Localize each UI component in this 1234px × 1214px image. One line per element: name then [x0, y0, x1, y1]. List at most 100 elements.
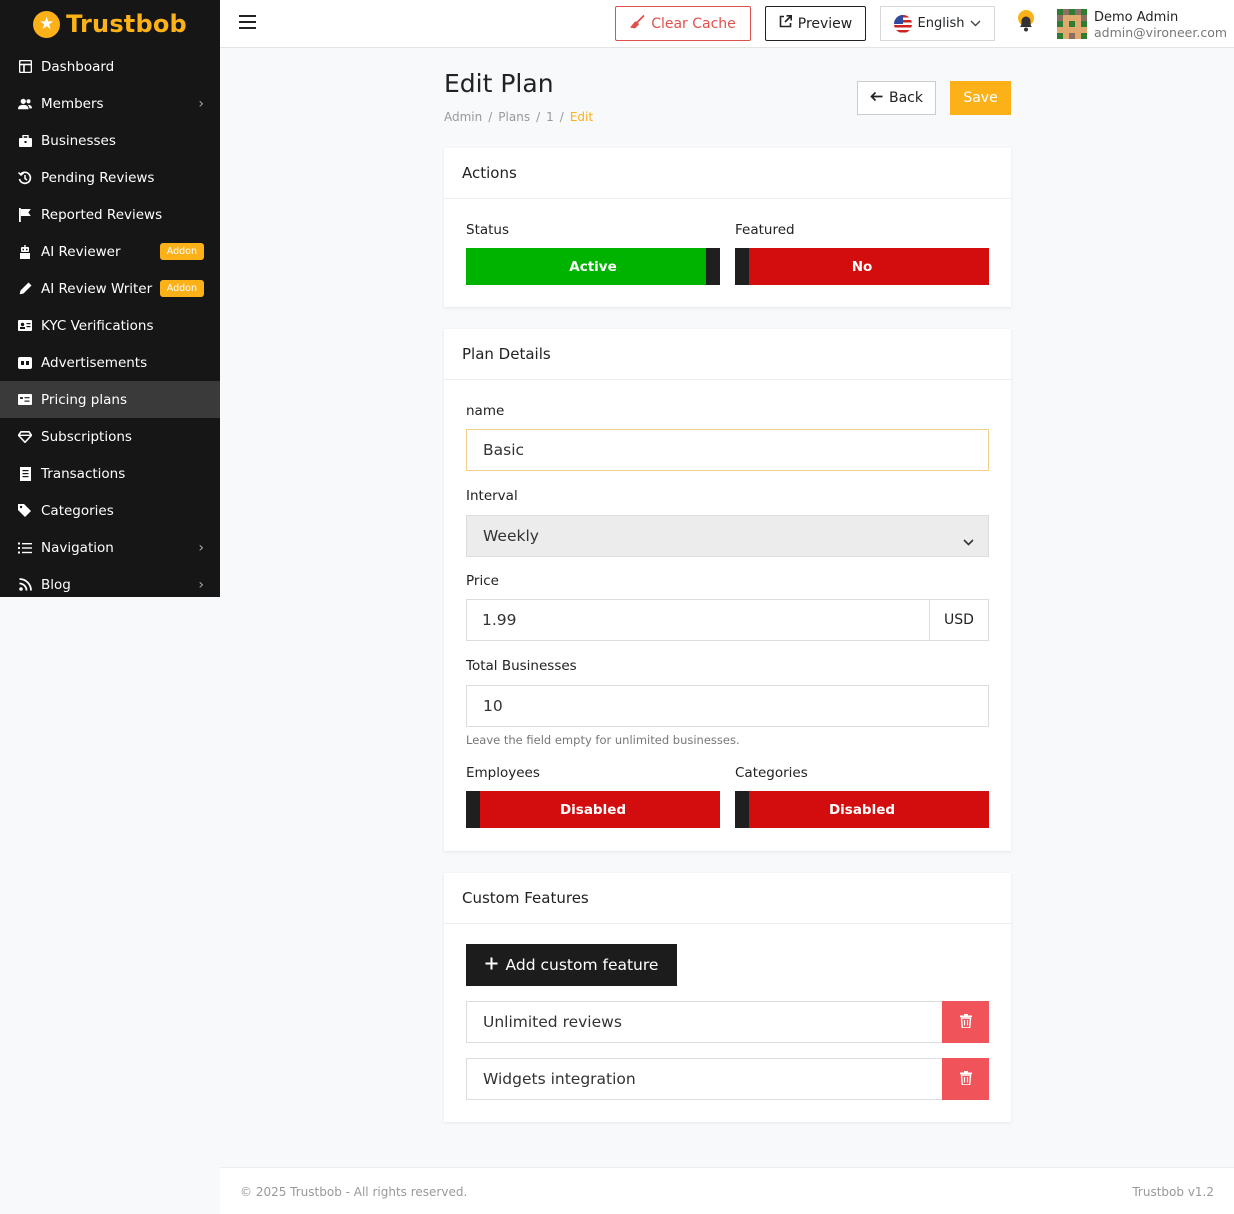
sidebar-item-ai-review-writer[interactable]: AI Review Writer Addon — [0, 270, 220, 307]
addon-badge: Addon — [159, 243, 204, 260]
sidebar-item-transactions[interactable]: Transactions — [0, 455, 220, 492]
menu-toggle-icon[interactable] — [239, 15, 256, 29]
sidebar-item-subscriptions[interactable]: Subscriptions — [0, 418, 220, 455]
categories-value: Disabled — [828, 801, 896, 818]
topbar: Clear Cache Preview English Demo Admin a… — [220, 0, 1234, 48]
toggle-knob — [735, 791, 749, 828]
categories-toggle[interactable]: Disabled — [735, 791, 989, 828]
chevron-down-icon — [963, 532, 974, 550]
name-field[interactable]: Basic — [466, 429, 989, 471]
chevron-right-icon: › — [198, 576, 204, 593]
employees-label: Employees — [466, 765, 540, 781]
status-label: Status — [466, 222, 510, 238]
addon-badge: Addon — [159, 280, 204, 297]
total-businesses-field[interactable]: 10 — [466, 685, 989, 727]
notification-bell-icon[interactable] — [1015, 10, 1037, 34]
back-label: Back — [889, 90, 923, 106]
name-label: name — [466, 403, 505, 419]
custom-features-title: Custom Features — [444, 873, 1011, 924]
preview-button[interactable]: Preview — [765, 6, 866, 41]
save-button[interactable]: Save — [950, 81, 1011, 115]
brand-name: Trustbob — [66, 10, 187, 38]
dashboard-icon — [18, 60, 32, 74]
categories-label: Categories — [735, 765, 808, 781]
version-text: Trustbob v1.2 — [1132, 1185, 1214, 1199]
add-custom-feature-label: Add custom feature — [505, 956, 659, 974]
chevron-right-icon: › — [198, 539, 204, 556]
employees-toggle[interactable]: Disabled — [466, 791, 720, 828]
breadcrumb-item[interactable]: Plans — [498, 110, 530, 124]
sidebar-item-reported-reviews[interactable]: Reported Reviews — [0, 196, 220, 233]
brand-logo[interactable]: ★ Trustbob — [0, 0, 220, 48]
sidebar-item-label: Reported Reviews — [41, 206, 163, 223]
plan-details-title: Plan Details — [444, 329, 1011, 380]
add-custom-feature-button[interactable]: Add custom feature — [466, 944, 677, 986]
history-icon — [18, 171, 32, 185]
sidebar-item-ai-reviewer[interactable]: AI Reviewer Addon — [0, 233, 220, 270]
breadcrumb-current: Edit — [569, 110, 594, 124]
currency-addon: USD — [929, 599, 989, 641]
briefcase-icon — [18, 134, 32, 148]
sidebar-item-pending-reviews[interactable]: Pending Reviews — [0, 159, 220, 196]
sidebar-item-label: Businesses — [41, 132, 116, 149]
toggle-knob — [735, 248, 749, 285]
breadcrumb: Admin / Plans/1/Edit — [444, 110, 594, 124]
plus-icon — [485, 956, 498, 974]
sidebar-item-label: Blog — [41, 576, 71, 593]
footer: © 2025 Trustbob - All rights reserved. T… — [220, 1167, 1234, 1214]
sidebar-item-label: AI Reviewer — [41, 243, 121, 260]
breadcrumb-item[interactable]: 1 — [546, 110, 554, 124]
sidebar-item-pricing-plans[interactable]: Pricing plans — [0, 381, 220, 418]
status-value: Active — [569, 258, 617, 275]
toggle-knob — [706, 248, 720, 285]
robot-icon — [18, 244, 32, 259]
trash-icon — [959, 1013, 972, 1032]
sidebar-item-dashboard[interactable]: Dashboard — [0, 48, 220, 85]
custom-feature-field[interactable]: Widgets integration — [466, 1058, 943, 1100]
user-email: admin@vironeer.com — [1094, 25, 1228, 40]
employees-value: Disabled — [559, 801, 627, 818]
copyright-text: © 2025 Trustbob - All rights reserved. — [240, 1185, 468, 1199]
custom-feature-field[interactable]: Unlimited reviews — [466, 1001, 943, 1043]
sidebar-item-advertisements[interactable]: Advertisements — [0, 344, 220, 381]
sidebar-item-label: Subscriptions — [41, 428, 132, 445]
chevron-right-icon: › — [198, 95, 204, 112]
rss-icon — [18, 578, 32, 592]
clear-cache-button[interactable]: Clear Cache — [615, 6, 751, 41]
price-label: Price — [466, 573, 499, 589]
pen-icon — [18, 282, 32, 296]
language-selector[interactable]: English — [880, 6, 995, 41]
sidebar-item-businesses[interactable]: Businesses — [0, 122, 220, 159]
featured-label: Featured — [735, 222, 795, 238]
sidebar-item-label: Dashboard — [41, 58, 115, 75]
status-toggle[interactable]: Active — [466, 248, 720, 285]
actions-card: Actions Status Featured Active No — [444, 148, 1011, 307]
total-businesses-label: Total Businesses — [466, 658, 577, 674]
avatar[interactable] — [1057, 9, 1087, 39]
featured-toggle[interactable]: No — [735, 248, 989, 285]
plan-details-card: Plan Details name Basic Interval Weekly … — [444, 329, 1011, 851]
custom-features-card: Custom Features Add custom feature Unlim… — [444, 873, 1011, 1122]
delete-feature-button[interactable] — [942, 1058, 989, 1100]
interval-select[interactable]: Weekly — [466, 515, 989, 557]
sidebar-item-members[interactable]: Members › — [0, 85, 220, 122]
ad-icon — [18, 356, 32, 370]
sidebar-item-categories[interactable]: Categories — [0, 492, 220, 529]
gem-icon — [18, 430, 32, 444]
breadcrumb-item[interactable]: Admin — [444, 110, 482, 124]
language-label: English — [917, 16, 965, 31]
sidebar-item-blog[interactable]: Blog › — [0, 566, 220, 597]
sidebar-item-label: Advertisements — [41, 354, 148, 371]
broom-icon — [630, 14, 645, 33]
sidebar-item-kyc-verifications[interactable]: KYC Verifications — [0, 307, 220, 344]
preview-label: Preview — [797, 15, 853, 32]
list-icon — [18, 541, 32, 555]
toggle-knob — [466, 791, 480, 828]
sidebar-item-label: Pricing plans — [41, 391, 127, 408]
delete-feature-button[interactable] — [942, 1001, 989, 1043]
back-button[interactable]: Back — [857, 81, 936, 115]
actions-title: Actions — [444, 148, 1011, 199]
total-businesses-hint: Leave the field empty for unlimited busi… — [466, 733, 740, 747]
price-field[interactable]: 1.99 — [466, 599, 930, 641]
sidebar-item-navigation[interactable]: Navigation › — [0, 529, 220, 566]
